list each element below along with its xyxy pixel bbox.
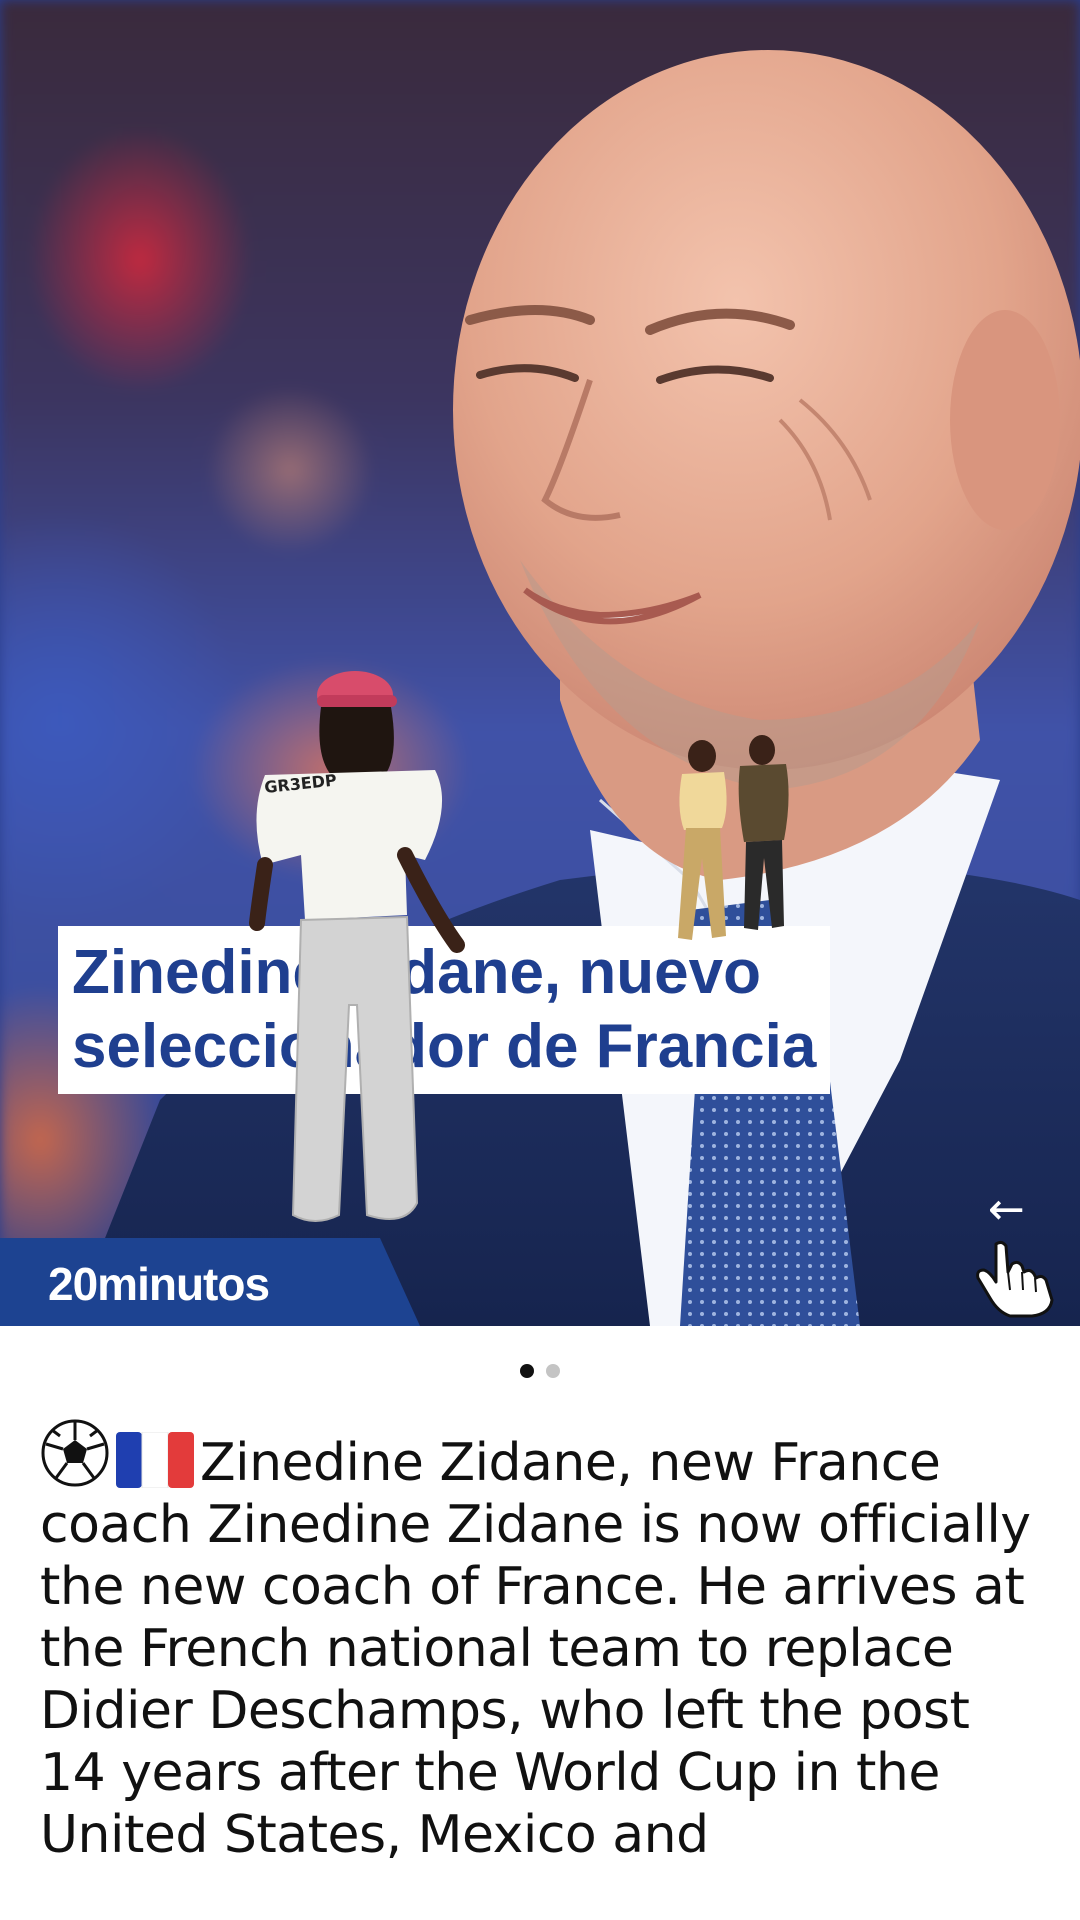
carousel-dot-1[interactable] (520, 1364, 534, 1378)
left-arrow-icon: ← (988, 1184, 1025, 1235)
sticker-two-people (678, 735, 789, 940)
soccer-ball-icon (41, 1419, 109, 1487)
carousel-dot-2[interactable] (546, 1364, 560, 1378)
france-flag-icon (116, 1432, 194, 1488)
carousel-image[interactable]: Zinedine Zidane, nuevo seleccionador de … (0, 0, 1080, 1326)
swipe-hand-icon (976, 1240, 1054, 1318)
sticker-person-white-tee: GR3EDP (249, 671, 465, 1222)
brand-logo-text: 20minutos (48, 1258, 270, 1310)
caption-text: Zinedine Zidane, new France coach Zinedi… (40, 1433, 1031, 1865)
swipe-hint: ← (968, 1188, 1068, 1320)
post-screen: Zinedine Zidane, nuevo seleccionador de … (0, 0, 1080, 1920)
coach-portrait (70, 50, 1080, 1326)
carousel-pagination (0, 1364, 1080, 1378)
post-caption: Zinedine Zidane, new France coach Zinedi… (40, 1418, 1050, 1866)
